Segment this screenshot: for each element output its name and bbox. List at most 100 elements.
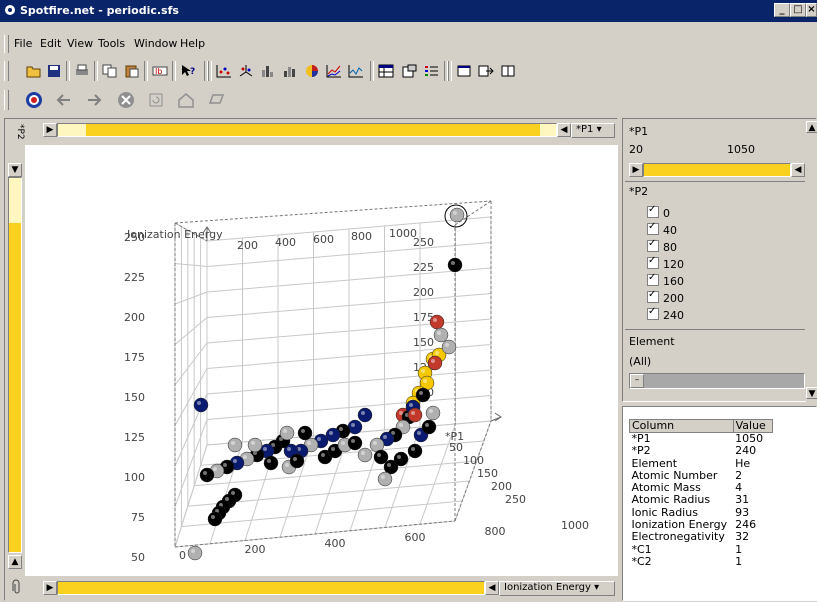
export-icon[interactable] bbox=[476, 61, 496, 81]
data-point[interactable] bbox=[427, 355, 443, 371]
filter-scroll-down[interactable]: ▼ bbox=[806, 387, 817, 399]
filter-scroll-up[interactable]: ▲ bbox=[806, 121, 817, 133]
p2-checkbox-120[interactable] bbox=[647, 255, 659, 269]
p1-slider-left[interactable]: ▶ bbox=[629, 163, 643, 177]
p2-option-80[interactable]: 80 bbox=[647, 238, 677, 254]
data-point[interactable] bbox=[433, 327, 449, 343]
minimize-button[interactable]: _ bbox=[774, 3, 790, 17]
line-icon[interactable] bbox=[324, 61, 344, 81]
print-preview-icon[interactable] bbox=[206, 90, 226, 110]
scatter-icon[interactable] bbox=[214, 61, 234, 81]
bar3d-icon[interactable] bbox=[280, 61, 300, 81]
data-point[interactable] bbox=[425, 405, 441, 421]
open-icon[interactable] bbox=[24, 61, 44, 81]
menu-grip[interactable] bbox=[4, 35, 9, 53]
data-point[interactable] bbox=[199, 467, 215, 483]
forward-icon[interactable] bbox=[84, 90, 104, 110]
data-point[interactable] bbox=[441, 339, 457, 355]
side-slider-down-button[interactable]: ▼ bbox=[8, 163, 22, 177]
p2-checkbox-200[interactable] bbox=[647, 289, 659, 303]
menu-edit[interactable]: Edit bbox=[40, 37, 61, 50]
p2-option-120[interactable]: 120 bbox=[647, 255, 684, 271]
p2-checkbox-80[interactable] bbox=[647, 238, 659, 252]
p1-range-slider[interactable] bbox=[643, 163, 791, 177]
details-header-column[interactable]: Column bbox=[629, 419, 734, 433]
bottom-axis-range-slider[interactable] bbox=[57, 581, 485, 595]
close-button[interactable]: × bbox=[806, 3, 817, 17]
top-slider-right-button[interactable]: ◀ bbox=[557, 123, 571, 137]
scatter3d-icon[interactable] bbox=[236, 61, 256, 81]
save-icon[interactable] bbox=[44, 61, 64, 81]
p2-option-40[interactable]: 40 bbox=[647, 221, 677, 237]
layout-icon[interactable] bbox=[498, 61, 518, 81]
p2-checkbox-240[interactable] bbox=[647, 306, 659, 320]
side-slider-up-button[interactable]: ▲ bbox=[8, 555, 22, 569]
help-pointer-icon[interactable]: ? bbox=[178, 61, 198, 81]
top-axis-range-slider[interactable] bbox=[57, 123, 557, 137]
data-point[interactable] bbox=[421, 419, 437, 435]
copy-icon[interactable] bbox=[100, 61, 120, 81]
data-point[interactable] bbox=[429, 314, 445, 330]
data-point[interactable] bbox=[447, 257, 463, 273]
p2-option-200[interactable]: 200 bbox=[647, 289, 684, 305]
bottom-axis-selector[interactable]: Ionization Energy ▾ bbox=[499, 581, 615, 596]
target-icon[interactable] bbox=[24, 90, 44, 110]
home-icon[interactable] bbox=[176, 90, 196, 110]
back-icon[interactable] bbox=[54, 90, 74, 110]
p2-checkbox-0[interactable] bbox=[647, 204, 659, 218]
data-point[interactable] bbox=[247, 437, 263, 453]
data-point[interactable] bbox=[279, 425, 295, 441]
data-point[interactable] bbox=[377, 471, 393, 487]
bar-icon[interactable] bbox=[258, 61, 278, 81]
data-point[interactable] bbox=[357, 407, 373, 423]
top-axis-selector[interactable]: *P1 ▾ bbox=[571, 123, 615, 138]
paperclip-icon[interactable] bbox=[9, 579, 23, 595]
table-icon[interactable] bbox=[376, 61, 396, 81]
data-point[interactable] bbox=[297, 425, 313, 441]
p2-checkbox-160[interactable] bbox=[647, 272, 659, 286]
element-filter-slider[interactable]: – bbox=[629, 373, 805, 389]
pie-icon[interactable] bbox=[302, 61, 322, 81]
scatter-3d-plot[interactable]: 200 400 600 800 1000250225200175150125100755… bbox=[25, 145, 619, 576]
data-point[interactable] bbox=[289, 453, 305, 469]
data-point[interactable] bbox=[407, 407, 423, 423]
maximize-button[interactable]: □ bbox=[790, 3, 806, 17]
nav-grip[interactable] bbox=[4, 90, 9, 110]
bottom-slider-right-button[interactable]: ◀ bbox=[485, 581, 499, 595]
data-point[interactable] bbox=[393, 451, 409, 467]
data-point[interactable] bbox=[187, 545, 203, 561]
p2-checkbox-40[interactable] bbox=[647, 221, 659, 235]
data-point[interactable] bbox=[357, 447, 373, 463]
toolbar-grip[interactable] bbox=[4, 61, 9, 81]
data-point[interactable] bbox=[263, 455, 279, 471]
refresh-icon[interactable] bbox=[146, 90, 166, 110]
p2-option-0[interactable]: 0 bbox=[647, 204, 670, 220]
profile-icon[interactable] bbox=[346, 61, 366, 81]
p2-option-160[interactable]: 160 bbox=[647, 272, 684, 288]
details-icon[interactable] bbox=[400, 61, 420, 81]
side-axis-label-top[interactable]: *P2 bbox=[9, 121, 25, 143]
data-point[interactable] bbox=[449, 207, 465, 223]
stop-icon[interactable] bbox=[116, 90, 136, 110]
menu-window[interactable]: Window bbox=[134, 37, 177, 50]
data-point[interactable] bbox=[415, 387, 431, 403]
bottom-slider-left-button[interactable]: ▶ bbox=[43, 581, 57, 595]
menu-tools[interactable]: Tools bbox=[98, 37, 125, 50]
details-header-value[interactable]: Value bbox=[732, 419, 773, 433]
data-point[interactable] bbox=[193, 397, 209, 413]
filter-panel-scrollbar[interactable]: ▲ ▼ bbox=[806, 119, 817, 403]
data-point[interactable] bbox=[347, 435, 363, 451]
menu-help[interactable]: Help bbox=[180, 37, 205, 50]
data-point[interactable] bbox=[227, 437, 243, 453]
menu-file[interactable]: File bbox=[14, 37, 32, 50]
legend-icon[interactable] bbox=[422, 61, 442, 81]
p2-option-240[interactable]: 240 bbox=[647, 306, 684, 322]
p1-slider-right[interactable]: ◀ bbox=[791, 163, 805, 177]
data-point[interactable] bbox=[207, 511, 223, 527]
top-slider-left-button[interactable]: ▶ bbox=[43, 123, 57, 137]
side-axis-range-slider[interactable] bbox=[8, 177, 22, 553]
swap-icon[interactable]: Ib bbox=[150, 61, 170, 81]
new-window-icon[interactable] bbox=[454, 61, 474, 81]
menu-view[interactable]: View bbox=[67, 37, 93, 50]
paste-icon[interactable] bbox=[122, 61, 142, 81]
